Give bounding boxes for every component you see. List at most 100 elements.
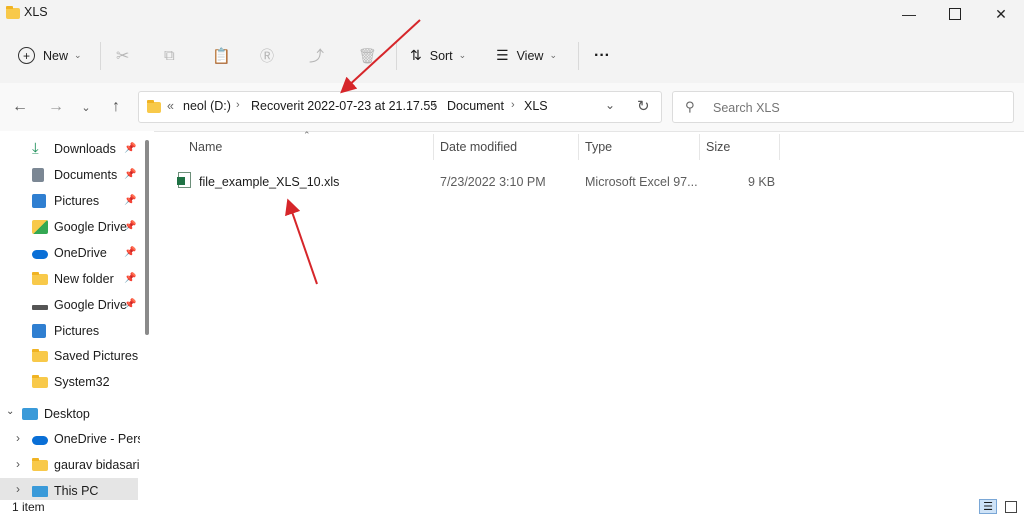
breadcrumb-drive[interactable]: neol (D:) bbox=[183, 99, 231, 113]
pin-icon: 📌 bbox=[124, 247, 137, 258]
onedrive-icon bbox=[32, 249, 48, 259]
chevron-right-icon: › bbox=[236, 99, 240, 111]
sidebar-item-label: New folder bbox=[54, 272, 114, 286]
desktop-icon bbox=[22, 408, 38, 420]
column-divider bbox=[433, 134, 434, 160]
sidebar-item-onedrive-personal[interactable]: OneDrive - Perso bbox=[0, 426, 140, 452]
rename-button[interactable]: Ⓡ bbox=[260, 28, 274, 83]
share-button[interactable]: ⤴ bbox=[309, 28, 324, 83]
toolbar-separator bbox=[578, 42, 579, 70]
folder-icon bbox=[32, 374, 48, 388]
toolbar-separator bbox=[100, 42, 101, 70]
sidebar-item-label: Documents bbox=[54, 168, 118, 182]
maximize-icon bbox=[949, 8, 961, 20]
column-header-size[interactable]: Size bbox=[706, 140, 730, 154]
search-icon: ⚲ bbox=[685, 99, 695, 114]
sidebar-item-system32[interactable]: System32 bbox=[0, 369, 172, 395]
search-input[interactable] bbox=[711, 98, 995, 118]
pictures-icon bbox=[32, 324, 46, 338]
sidebar-item-label: Downloads bbox=[54, 142, 116, 156]
back-button[interactable]: ← bbox=[6, 93, 34, 121]
sort-label: Sort bbox=[429, 48, 453, 63]
sort-button[interactable]: ⇅ Sort ⌄ bbox=[410, 28, 466, 83]
breadcrumb-overflow[interactable]: « bbox=[167, 99, 174, 113]
status-bar bbox=[0, 500, 1024, 514]
forward-button[interactable]: → bbox=[42, 93, 70, 121]
navigation-pane: ⤓ Downloads 📌 Documents 📌 Pictures 📌 Goo… bbox=[0, 131, 154, 501]
sidebar-item-saved-pictures[interactable]: Saved Pictures bbox=[0, 343, 172, 369]
pin-icon: 📌 bbox=[124, 273, 137, 284]
search-box[interactable]: ⚲ bbox=[672, 91, 1014, 123]
documents-icon bbox=[32, 168, 44, 182]
breadcrumb-xls[interactable]: XLS bbox=[524, 99, 548, 113]
tiles-view-button[interactable] bbox=[1002, 499, 1020, 514]
sidebar-item-gaurav-bidasaria[interactable]: gaurav bidasaria bbox=[0, 452, 140, 478]
sidebar-item-desktop[interactable]: Desktop bbox=[0, 401, 162, 427]
column-header-date[interactable]: Date modified bbox=[440, 140, 517, 154]
plus-icon: + bbox=[18, 47, 35, 64]
sidebar-item-label: Pictures bbox=[54, 194, 100, 208]
chevron-right-icon: › bbox=[511, 99, 515, 111]
paste-button[interactable]: 📋 bbox=[212, 28, 231, 83]
excel-file-icon bbox=[177, 172, 191, 188]
column-header-name[interactable]: Name bbox=[189, 140, 222, 154]
address-bar[interactable]: « neol (D:) › Recoverit 2022-07-23 at 21… bbox=[138, 91, 662, 123]
breadcrumb-recoverit[interactable]: Recoverit 2022-07-23 at 21.17.55 bbox=[251, 99, 437, 113]
folder-icon bbox=[147, 100, 161, 113]
drive-icon bbox=[32, 304, 48, 310]
sidebar-item-label: Desktop bbox=[44, 407, 90, 421]
file-size: 9 KB bbox=[748, 175, 776, 189]
copy-button[interactable]: ⧉ bbox=[164, 28, 175, 83]
chevron-down-icon[interactable]: ⌄ bbox=[605, 98, 615, 112]
view-button[interactable]: ☰ View ⌄ bbox=[496, 28, 557, 83]
sidebar-scrollbar[interactable] bbox=[145, 140, 149, 335]
onedrive-icon bbox=[32, 435, 48, 445]
file-type: Microsoft Excel 97... bbox=[585, 175, 698, 189]
close-button[interactable]: ✕ bbox=[978, 0, 1024, 28]
sidebar-item-label: Saved Pictures bbox=[54, 349, 139, 363]
sidebar-item-label: Google Drive bbox=[54, 220, 127, 234]
new-button[interactable]: + New ⌄ bbox=[18, 28, 82, 83]
chevron-down-icon: ⌄ bbox=[549, 50, 557, 60]
more-icon: ··· bbox=[594, 46, 610, 64]
chevron-down-icon: ⌄ bbox=[458, 50, 467, 60]
more-options-button[interactable]: ··· bbox=[594, 28, 610, 83]
sidebar-item-label: OneDrive - Perso bbox=[54, 432, 140, 446]
chevron-right-icon: › bbox=[433, 99, 437, 111]
details-view-icon: ☰ bbox=[983, 501, 993, 513]
refresh-icon[interactable]: ↻ bbox=[637, 97, 650, 115]
pin-icon: 📌 bbox=[124, 169, 137, 180]
sidebar-item-label: gaurav bidasaria bbox=[54, 458, 140, 472]
item-count: 1 item bbox=[12, 500, 45, 514]
sort-icon: ⇅ bbox=[410, 47, 422, 63]
window-title: XLS bbox=[24, 5, 48, 19]
up-button[interactable]: ↑ bbox=[102, 93, 130, 121]
sidebar-item-label: OneDrive bbox=[54, 246, 107, 260]
tiles-view-icon bbox=[1005, 500, 1017, 513]
column-header-type[interactable]: Type bbox=[585, 140, 612, 154]
minimize-button[interactable]: — bbox=[886, 0, 932, 28]
pin-icon: 📌 bbox=[124, 299, 137, 310]
pictures-icon bbox=[32, 194, 46, 208]
breadcrumb-document[interactable]: Document bbox=[447, 99, 504, 113]
pin-icon: 📌 bbox=[124, 221, 137, 232]
view-icon: ☰ bbox=[496, 47, 509, 63]
this-pc-icon bbox=[32, 485, 48, 497]
chevron-down-icon: ⌄ bbox=[74, 50, 82, 60]
pin-icon: 📌 bbox=[124, 195, 137, 206]
maximize-button[interactable] bbox=[932, 0, 978, 28]
folder-icon bbox=[6, 6, 20, 19]
folder-icon bbox=[32, 457, 48, 471]
google-drive-icon bbox=[32, 220, 48, 234]
delete-button[interactable]: 🗑 bbox=[358, 28, 377, 83]
title-bar bbox=[0, 0, 1024, 28]
recent-locations-button[interactable]: ⌄ bbox=[72, 93, 100, 121]
cut-button[interactable]: ✂ bbox=[116, 28, 129, 83]
file-date: 7/23/2022 3:10 PM bbox=[440, 175, 546, 189]
toolbar-separator bbox=[396, 42, 397, 70]
folder-icon bbox=[32, 348, 48, 362]
details-view-button[interactable]: ☰ bbox=[979, 499, 997, 514]
file-name[interactable]: file_example_XLS_10.xls bbox=[199, 175, 339, 189]
sort-indicator-icon: ⌃ bbox=[303, 130, 311, 140]
view-label: View bbox=[516, 48, 544, 63]
